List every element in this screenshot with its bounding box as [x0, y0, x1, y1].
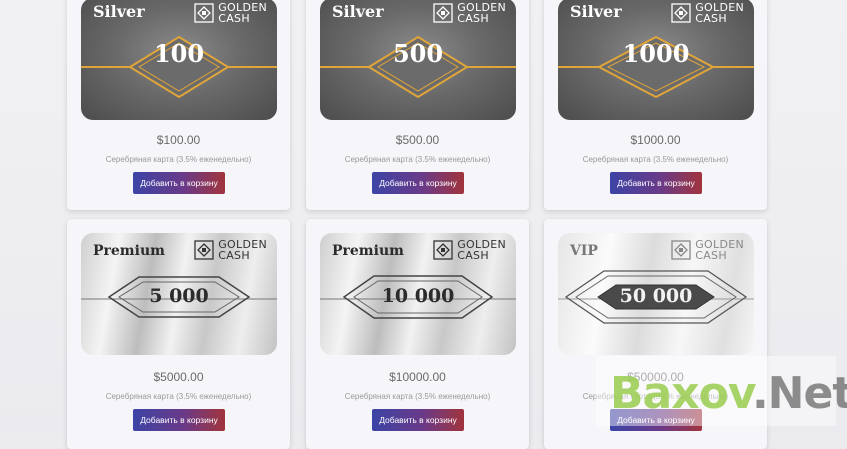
gift-card-image: Silver GOLDEN CASH 1000	[558, 0, 754, 120]
card-tier-label: Premium	[332, 243, 404, 259]
golden-cash-logo-icon	[433, 3, 453, 23]
golden-cash-logo-icon	[671, 3, 691, 23]
price: $500.00	[395, 133, 440, 147]
product-description: Серебряная карта (3.5% еженедельно)	[582, 155, 729, 164]
card-tier-label: VIP	[570, 243, 598, 259]
golden-cash-logo-icon	[194, 240, 214, 260]
card-tier-label: Silver	[332, 2, 384, 21]
product-card-silver-500: Silver GOLDEN CASH 500 $500.00 Серебряная…	[306, 0, 529, 210]
brand-line2: CASH	[218, 12, 250, 25]
brand-logo: GOLDEN CASH	[671, 239, 744, 261]
product-description: Серебряная карта (3.5% еженедельно)	[344, 392, 491, 401]
golden-cash-logo-icon	[194, 3, 214, 23]
product-card-premium-5000: Premium GOLDEN CASH 5 000 $5000.00 Серебр…	[67, 219, 290, 449]
card-tier-label: Premium	[93, 243, 165, 259]
brand-logo: GOLDEN CASH	[671, 2, 744, 24]
watermark-part2: .Net	[751, 368, 847, 419]
brand-line2: CASH	[218, 249, 250, 262]
price: $10000.00	[389, 370, 446, 384]
brand-line2: CASH	[695, 249, 727, 262]
product-description: Серебряная карта (3.5% еженедельно)	[105, 155, 252, 164]
card-value: 10 000	[381, 285, 455, 307]
gift-card-image: Premium GOLDEN CASH 5 000	[81, 233, 277, 355]
product-card-silver-100: Silver GOLDEN CASH 100 $100.00 Серебряная…	[67, 0, 290, 210]
add-to-cart-button[interactable]: Добавить в корзину	[133, 172, 225, 194]
brand-line2: CASH	[457, 249, 489, 262]
golden-cash-logo-icon	[671, 240, 691, 260]
brand-logo: GOLDEN CASH	[194, 239, 267, 261]
add-to-cart-button[interactable]: Добавить в корзину	[133, 409, 225, 431]
brand-logo: GOLDEN CASH	[194, 2, 267, 24]
brand-logo: GOLDEN CASH	[433, 239, 506, 261]
card-tier-label: Silver	[93, 2, 145, 21]
gift-card-image: Silver GOLDEN CASH 100	[81, 0, 277, 120]
product-description: Серебряная карта (3.5% еженедельно)	[344, 155, 491, 164]
price: $100.00	[156, 133, 201, 147]
price: $5000.00	[153, 370, 204, 384]
product-card-silver-1000: Silver GOLDEN CASH 1000 $1000.00 Серебрян…	[544, 0, 767, 210]
watermark-part1: Baxov	[610, 368, 753, 419]
product-description: Серебряная карта (3.5% еженедельно)	[105, 392, 252, 401]
card-value: 100	[153, 39, 205, 68]
card-value: 50 000	[619, 285, 693, 307]
add-to-cart-button[interactable]: Добавить в корзину	[372, 409, 464, 431]
product-card-premium-10000: Premium GOLDEN CASH 10 000 $10000.00 Сере…	[306, 219, 529, 449]
brand-line2: CASH	[695, 12, 727, 25]
card-value: 1000	[622, 39, 690, 68]
gift-card-image: Silver GOLDEN CASH 500	[320, 0, 516, 120]
price: $1000.00	[630, 133, 681, 147]
brand-logo: GOLDEN CASH	[433, 2, 506, 24]
golden-cash-logo-icon	[433, 240, 453, 260]
card-value: 500	[392, 39, 444, 68]
card-tier-label: Silver	[570, 2, 622, 21]
add-to-cart-button[interactable]: Добавить в корзину	[372, 172, 464, 194]
watermark: Baxov.Net	[610, 368, 847, 419]
brand-line2: CASH	[457, 12, 489, 25]
card-value: 5 000	[149, 285, 209, 307]
gift-card-image: Premium GOLDEN CASH 10 000	[320, 233, 516, 355]
gift-card-image: VIP GOLDEN CASH 50 000	[558, 233, 754, 355]
add-to-cart-button[interactable]: Добавить в корзину	[610, 172, 702, 194]
